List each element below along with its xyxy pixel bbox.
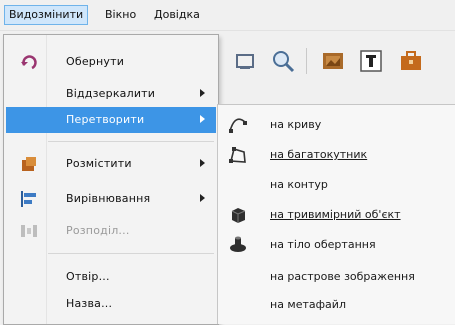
- rotation-body-icon: [228, 235, 248, 255]
- menu-item-mirror[interactable]: Віддзеркалити: [6, 81, 216, 107]
- curve-icon: [228, 115, 248, 135]
- submenu-item-label: на тривимірний об'єкт: [270, 208, 401, 221]
- submenu-item-to-bitmap[interactable]: на растрове зображення: [218, 263, 455, 291]
- submenu-item-label: на криву: [270, 118, 322, 131]
- submenu-arrow-icon: [200, 115, 205, 123]
- submenu-item-to-curve[interactable]: на криву: [218, 111, 455, 139]
- menu-item-convert[interactable]: Перетворити: [6, 107, 216, 133]
- toolbar: [214, 40, 455, 80]
- submenu-item-label: на метафайл: [270, 298, 346, 311]
- menu-item-label: Віддзеркалити: [66, 87, 156, 100]
- submenu-item-label: на тіло обертання: [270, 238, 376, 251]
- arrange-icon: [20, 155, 38, 173]
- menu-item-distribute: Розподіл...: [6, 218, 216, 244]
- rotate-icon: [20, 53, 38, 71]
- text-icon[interactable]: [358, 48, 384, 74]
- zoom-icon[interactable]: [270, 48, 296, 74]
- menu-item-label: Отвір...: [66, 270, 110, 283]
- modify-dropdown-menu: Обернути Віддзеркалити Перетворити Розмі…: [3, 34, 219, 325]
- briefcase-icon[interactable]: [398, 48, 424, 74]
- menu-item-align[interactable]: Вирівнювання: [6, 186, 216, 212]
- menu-item-name[interactable]: Назва...: [6, 291, 216, 317]
- frame-icon[interactable]: [232, 48, 258, 74]
- menu-item-arrange[interactable]: Розмістити: [6, 151, 216, 177]
- image-icon[interactable]: [320, 48, 346, 74]
- distribute-icon: [20, 222, 38, 240]
- cube-3d-icon: [228, 205, 248, 225]
- submenu-item-to-rotation-body[interactable]: на тіло обертання: [218, 231, 455, 259]
- menubar: Видозмінити Вікно Довідка: [0, 0, 455, 31]
- align-icon: [20, 190, 38, 208]
- menu-help[interactable]: Довідка: [150, 6, 204, 24]
- submenu-item-label: на растрове зображення: [270, 270, 415, 283]
- submenu-arrow-icon: [200, 159, 205, 167]
- submenu-item-label: на багатокутник: [270, 148, 368, 161]
- menu-item-rotate[interactable]: Обернути: [6, 49, 216, 75]
- submenu-item-to-polygon[interactable]: на багатокутник: [218, 141, 455, 169]
- menu-window[interactable]: Вікно: [101, 6, 140, 24]
- submenu-item-to-contour[interactable]: на контур: [218, 171, 455, 199]
- submenu-arrow-icon: [200, 194, 205, 202]
- menu-item-label: Перетворити: [66, 113, 145, 126]
- polygon-icon: [228, 145, 248, 165]
- menu-item-hole[interactable]: Отвір...: [6, 264, 216, 290]
- menu-item-label: Вирівнювання: [66, 192, 151, 205]
- submenu-item-to-3d-object[interactable]: на тривимірний об'єкт: [218, 201, 455, 229]
- menu-item-label: Розмістити: [66, 157, 132, 170]
- menu-item-label: Назва...: [66, 297, 113, 310]
- menu-item-label: Обернути: [66, 55, 125, 68]
- convert-submenu: на криву на багатокутник на контур на тр…: [217, 104, 455, 324]
- menu-separator: [48, 141, 214, 142]
- submenu-arrow-icon: [200, 89, 205, 97]
- menu-separator: [48, 253, 214, 254]
- submenu-item-label: на контур: [270, 178, 328, 191]
- toolbar-separator: [306, 48, 307, 74]
- submenu-item-to-metafile[interactable]: на метафайл: [218, 291, 455, 319]
- menu-item-label: Розподіл...: [66, 224, 130, 237]
- menu-modify[interactable]: Видозмінити: [4, 5, 89, 25]
